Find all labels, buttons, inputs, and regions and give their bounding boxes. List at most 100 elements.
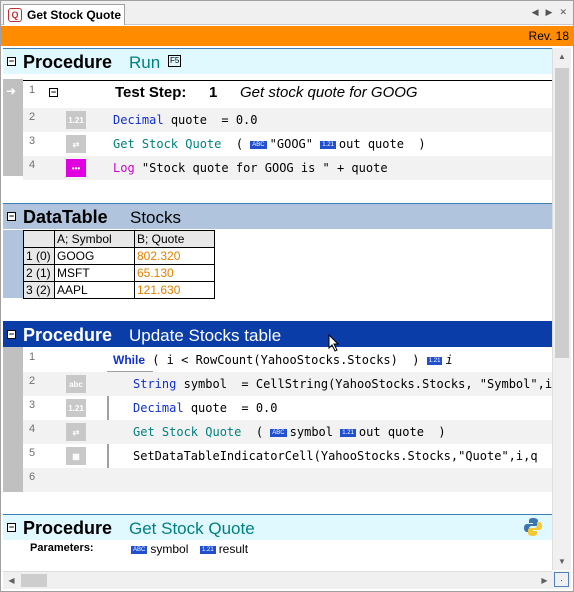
scroll-left-icon[interactable]: ◀ [3, 572, 20, 589]
procedure-name: Run [129, 53, 161, 72]
tab-close-icon[interactable]: ✕ [559, 7, 567, 18]
code-row[interactable]: 4 ••• Log "Stock quote for GOOG is " + q… [23, 156, 553, 180]
vertical-scrollbar[interactable]: ▲ ▼ [552, 48, 571, 570]
tab-get-stock-quote[interactable]: Q Get Stock Quote [3, 4, 125, 25]
column-header[interactable]: B; Quote [134, 230, 215, 248]
paren: ) [418, 137, 426, 151]
code-row[interactable]: 2 1.21 Decimal quote = 0.0 [23, 108, 553, 132]
log-keyword: Log [113, 161, 135, 175]
parameters-row: Parameters: ABC symbol 1.21 result [3, 540, 553, 558]
test-step-label: Test Step: [115, 84, 187, 101]
code-row[interactable]: 2 abc String symbol = CellString(YahooSt… [23, 372, 553, 396]
code-row[interactable]: 1 While ( i < RowCount(YahooStocks.Stock… [23, 348, 553, 372]
string-type-icon: ABC [250, 141, 267, 149]
code-row[interactable]: 3 ⇄ Get Stock Quote ( ABC "GOOG" 1.21 out … [23, 132, 553, 156]
call-arrows-icon: ⇄ [66, 423, 86, 441]
table-cell[interactable]: AAPL [54, 281, 135, 299]
type-keyword: Decimal [113, 113, 164, 127]
parameter[interactable]: 1.21 result [200, 542, 248, 556]
statement: String symbol = CellString(YahooStocks.S… [133, 377, 552, 391]
datatable-gutter [3, 230, 23, 298]
collapse-toggle[interactable]: − [7, 330, 16, 339]
statement: While ( i < RowCount(YahooStocks.Stocks)… [113, 353, 453, 367]
table-cell[interactable]: GOOG [54, 247, 135, 265]
datatable-name: Stocks [130, 208, 182, 227]
call-name[interactable]: Get Stock Quote [133, 425, 241, 439]
statement-text: quote = 0.0 [190, 401, 278, 415]
statement-text: "Stock quote for GOOG is " + quote [141, 161, 388, 175]
procedure-update-header[interactable]: − Procedure Update Stocks table [3, 321, 553, 347]
argument: out quote [338, 137, 404, 151]
test-step-description: Get stock quote for GOOG [240, 84, 418, 101]
corner-dot-icon[interactable]: · [554, 572, 569, 587]
tab-scroll-right-icon[interactable]: ▶ [546, 7, 553, 18]
revision-label: Rev. 18 [528, 29, 569, 43]
table-cell[interactable]: 65.130 [134, 264, 215, 282]
mouse-cursor-icon [328, 334, 340, 352]
line-number: 1 [29, 351, 36, 363]
table-row[interactable]: 3 (2) AAPL 121.630 [23, 281, 215, 299]
datatable-header[interactable]: − DataTable Stocks [3, 203, 553, 229]
line-number: 1 [29, 84, 36, 96]
horizontal-scrollbar[interactable]: ◀ ▶ [3, 571, 553, 589]
procedure-name: Update Stocks table [129, 326, 282, 345]
statement: Get Stock Quote ( ABC symbol 1.21 out quot… [133, 425, 446, 439]
line-number: 6 [29, 471, 36, 483]
code-row[interactable]: 5 ▦ SetDataTableIndicatorCell(YahooStock… [23, 444, 553, 468]
step-collapse-toggle[interactable]: − [49, 88, 58, 97]
line-number: 2 [29, 375, 36, 387]
scrollbar-thumb[interactable] [555, 68, 569, 358]
paren: ( [235, 137, 244, 151]
string-type-icon: ABC [131, 546, 148, 554]
corner-cell [23, 230, 55, 248]
code-row[interactable]: 6 [23, 468, 553, 492]
code-row[interactable]: 1 − Test Step: 1 Get stock quote for GOO… [23, 80, 553, 104]
statement-text: ( i < RowCount(YahooStocks.Stocks) ) [145, 353, 420, 367]
statement: Get Stock Quote ( ABC "GOOG" 1.21 out quot… [113, 137, 426, 151]
procedure-run-header[interactable]: − Procedure Run F5 [3, 48, 553, 74]
type-keyword: Decimal [133, 401, 184, 415]
decimal-type-icon: 1.21 [320, 141, 336, 149]
collapse-toggle[interactable]: − [7, 523, 16, 532]
scroll-right-icon[interactable]: ▶ [536, 572, 553, 589]
parameter[interactable]: ABC symbol [131, 542, 188, 556]
statement-text: symbol = CellString(YahooStocks.Stocks, … [183, 377, 553, 391]
code-row[interactable]: 4 ⇄ Get Stock Quote ( ABC symbol 1.21 out … [23, 420, 553, 444]
procedure-getquote-header[interactable]: − Procedure Get Stock Quote [3, 514, 553, 540]
line-number: 5 [29, 447, 36, 459]
procedure-keyword: Procedure [23, 325, 113, 345]
table-row[interactable]: 1 (0) GOOG 802.320 [23, 247, 215, 265]
statement: Decimal quote = 0.0 [133, 401, 278, 415]
code-row[interactable]: 3 1.21 Decimal quote = 0.0 [23, 396, 553, 420]
string-type-icon: ABC [270, 429, 287, 437]
row-header: 2 (1) [23, 264, 55, 282]
table-cell[interactable]: 802.320 [134, 247, 215, 265]
editor-window: Q Get Stock Quote ◀ ▶ ✕ Rev. 18 − Proced… [0, 0, 574, 592]
while-keyword: While [113, 353, 145, 367]
table-cell[interactable]: MSFT [54, 264, 135, 282]
argument: out quote [358, 425, 424, 439]
statement: Log "Stock quote for GOOG is " + quote [113, 161, 388, 175]
decimal-type-icon: 1.21 [340, 429, 356, 437]
scrollbar-thumb[interactable] [21, 574, 47, 587]
scroll-up-icon[interactable]: ▲ [553, 48, 571, 65]
python-icon [523, 517, 543, 537]
collapse-toggle[interactable]: − [7, 212, 16, 221]
table-row[interactable]: 2 (1) MSFT 65.130 [23, 264, 215, 282]
data-table: A; Symbol B; Quote 1 (0) GOOG 802.320 2 … [23, 230, 215, 299]
abc-icon: abc [66, 375, 86, 393]
procedure-keyword: Procedure [23, 52, 113, 72]
row-header: 3 (2) [23, 281, 55, 299]
table-cell[interactable]: 121.630 [134, 281, 215, 299]
collapse-toggle[interactable]: − [7, 57, 16, 66]
decimal-type-icon: 1.21 [200, 546, 216, 554]
call-arrows-icon: ⇄ [66, 135, 86, 153]
column-header[interactable]: A; Symbol [54, 230, 135, 248]
scroll-down-icon[interactable]: ▼ [553, 553, 571, 570]
call-name[interactable]: Get Stock Quote [113, 137, 221, 151]
procedure-name: Get Stock Quote [129, 519, 255, 538]
statement-text: SetDataTableIndicatorCell(YahooStocks.St… [133, 449, 538, 463]
tab-controls: ◀ ▶ ✕ [532, 7, 567, 18]
statement: Decimal quote = 0.0 [113, 113, 258, 127]
tab-scroll-left-icon[interactable]: ◀ [532, 7, 539, 18]
